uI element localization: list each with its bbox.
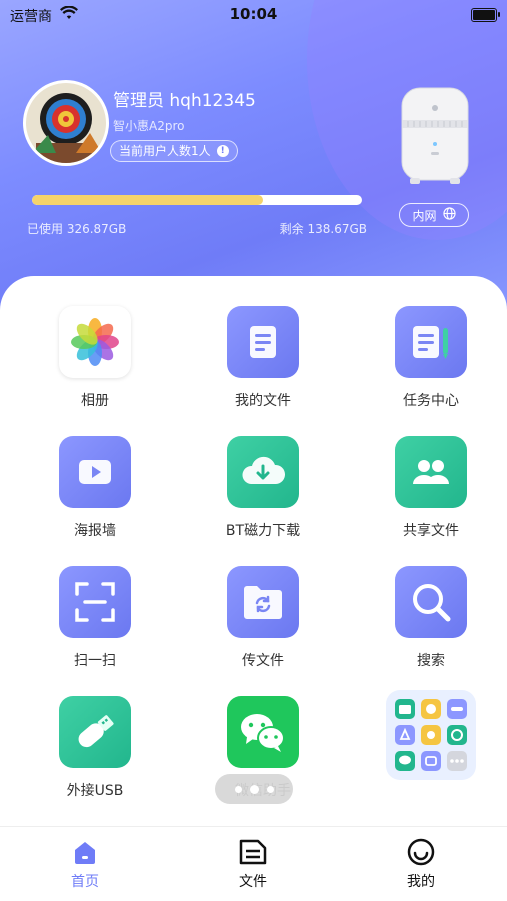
task-icon: [395, 306, 467, 378]
info-icon: !: [216, 145, 229, 157]
grid-item-poster-wall[interactable]: 海报墙: [35, 436, 155, 540]
cloud-download-icon: [227, 436, 299, 508]
grid-item-more-apps[interactable]: [371, 690, 491, 792]
page-dot: [266, 785, 274, 793]
photos-icon: [59, 306, 131, 378]
avatar[interactable]: [23, 80, 109, 166]
network-mode-label: 内网: [412, 208, 437, 223]
share-users-icon: [395, 436, 467, 508]
tab-label: 我的: [407, 874, 435, 890]
tab-bar: 首页 文件 我的: [0, 826, 507, 901]
grid-item-photos[interactable]: 相册: [35, 306, 155, 410]
tab-label: 文件: [239, 874, 267, 890]
network-mode-button[interactable]: 内网: [399, 203, 469, 227]
grid-item-task-center[interactable]: 任务中心: [371, 306, 491, 410]
user-count-badge[interactable]: 当前用户人数1人 !: [110, 140, 238, 162]
grid-label: BT磁力下载: [225, 523, 301, 539]
storage-used-label: 已使用 326.87GB: [27, 222, 127, 236]
globe-icon: [442, 207, 456, 223]
wechat-icon: [227, 696, 299, 768]
usb-icon: [59, 696, 131, 768]
grid-item-search[interactable]: 搜索: [371, 566, 491, 670]
user-count-label: 当前用户人数1人: [119, 144, 211, 158]
grid-label: 共享文件: [403, 523, 459, 539]
tab-label: 首页: [71, 874, 99, 890]
profile-icon: [371, 837, 471, 867]
grid-item-transfer-file[interactable]: 传文件: [203, 566, 323, 670]
grid-label: 我的文件: [235, 393, 291, 409]
storage-remaining-label: 剩余 138.67GB: [279, 222, 367, 236]
grid-label: 相册: [81, 393, 109, 409]
search-icon: [395, 566, 467, 638]
grid-item-my-files[interactable]: 我的文件: [203, 306, 323, 410]
grid-item-shared-files[interactable]: 共享文件: [371, 436, 491, 540]
tab-files[interactable]: 文件: [203, 837, 303, 891]
video-icon: [59, 436, 131, 508]
status-bar: 运营商 10:04: [0, 0, 507, 30]
battery-icon: [471, 8, 500, 22]
tab-home[interactable]: 首页: [35, 837, 135, 891]
grid-label: 扫一扫: [74, 653, 116, 669]
clock: 10:04: [229, 5, 278, 23]
scan-icon: [59, 566, 131, 638]
grid-label: 海报墙: [74, 523, 116, 539]
storage-progress-bar: [32, 195, 362, 205]
grid-label: 外接USB: [66, 783, 124, 799]
router-device-image: [398, 86, 472, 186]
page-dot-active: [249, 784, 259, 794]
more-apps-icon: [386, 690, 476, 780]
home-icon: [35, 837, 135, 867]
document-icon: [203, 837, 303, 867]
transfer-folder-icon: [227, 566, 299, 638]
grid-item-bt-download[interactable]: BT磁力下载: [203, 436, 323, 540]
tab-mine[interactable]: 我的: [371, 837, 471, 891]
grid-label: 搜索: [417, 653, 445, 669]
page-indicator[interactable]: [215, 774, 293, 804]
device-name: 智小惠A2pro: [113, 119, 185, 133]
grid-item-external-usb[interactable]: 外接USB: [35, 696, 155, 800]
grid-label: 任务中心: [403, 393, 459, 409]
file-icon: [227, 306, 299, 378]
storage-progress-fill: [32, 195, 263, 205]
page-dot: [234, 785, 242, 793]
grid-item-scan[interactable]: 扫一扫: [35, 566, 155, 670]
user-name: 管理员 hqh12345: [113, 91, 256, 111]
grid-label: 传文件: [242, 653, 284, 669]
